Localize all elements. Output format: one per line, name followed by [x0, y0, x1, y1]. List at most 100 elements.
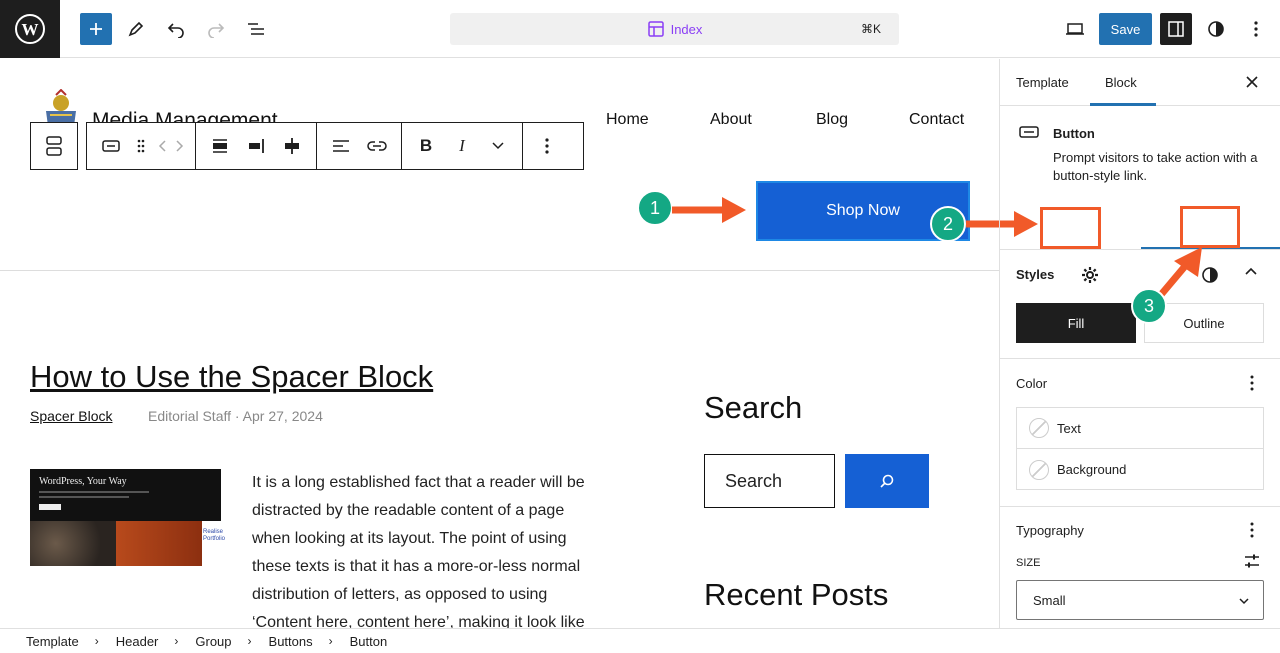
search-icon — [880, 474, 894, 488]
more-formats-chevron-icon[interactable] — [480, 123, 516, 169]
drag-handle-icon[interactable] — [129, 123, 153, 169]
breadcrumb-buttons[interactable]: Buttons — [269, 634, 313, 649]
command-palette-bar[interactable]: Index ⌘K — [450, 13, 899, 45]
nav-link-home[interactable]: Home — [606, 111, 649, 129]
block-toolbar-group-layout — [196, 123, 317, 169]
select-parent-block-button[interactable] — [30, 122, 78, 170]
bold-icon[interactable]: B — [408, 123, 444, 169]
tab-block[interactable]: Block — [1105, 75, 1137, 90]
post-meta: Editorial Staff · Apr 27, 2024 — [148, 408, 323, 424]
custom-size-sliders-icon[interactable] — [1244, 553, 1260, 569]
post-title-link[interactable]: How to Use the Spacer Block — [30, 359, 433, 395]
add-block-button[interactable] — [80, 13, 112, 45]
excerpt-line: when looking at its layout. The point of… — [252, 530, 567, 547]
thumbnail-heading: WordPress, Your Way — [39, 476, 127, 487]
color-swatch — [1029, 459, 1049, 480]
excerpt-line: distribution of letters, as opposed to u… — [252, 586, 548, 603]
justify-center-icon[interactable] — [274, 123, 310, 169]
options-kebab-icon[interactable] — [1240, 13, 1272, 45]
breadcrumb-header[interactable]: Header — [116, 634, 159, 649]
panel-divider — [1000, 249, 1280, 250]
breadcrumb-separator-icon: › — [328, 634, 333, 648]
align-text-left-icon[interactable] — [323, 123, 359, 169]
color-item-text[interactable]: Text — [1017, 408, 1263, 449]
justify-right-icon[interactable] — [238, 123, 274, 169]
excerpt-line: ‘Content here, content here’, making it … — [252, 614, 585, 628]
post-excerpt: It is a long established fact that a rea… — [252, 469, 622, 628]
editor-canvas: Media Management Home About Blog Contact… — [0, 59, 999, 628]
block-toolbar-group-align — [317, 123, 402, 169]
block-inspector-sidebar: Template Block Button Prompt visitors to… — [999, 59, 1280, 628]
inspector-tabs: Template Block — [1000, 59, 1280, 106]
undo-icon[interactable] — [160, 13, 192, 45]
search-widget-heading: Search — [704, 390, 803, 425]
style-option-fill[interactable]: Fill — [1016, 303, 1136, 343]
breadcrumb-separator-icon: › — [247, 634, 252, 648]
redo-icon[interactable] — [200, 13, 232, 45]
post-thumbnail[interactable]: WordPress, Your Way Realise Portfolio — [30, 469, 225, 566]
styles-panel-title[interactable]: Styles — [1016, 267, 1054, 282]
block-options-kebab-icon[interactable] — [529, 123, 565, 169]
excerpt-line: these texts is that it has a more-or-les… — [252, 558, 581, 575]
template-icon — [647, 21, 664, 37]
font-size-select[interactable]: Small — [1016, 580, 1264, 620]
nav-link-blog[interactable]: Blog — [816, 111, 848, 129]
buttons-block-icon — [46, 136, 62, 156]
block-description: Prompt visitors to take action with a bu… — [1053, 150, 1258, 183]
size-label: SIZE — [1016, 557, 1041, 569]
wordpress-logo-icon[interactable]: W — [0, 0, 60, 58]
color-options-kebab-icon[interactable] — [1250, 375, 1254, 391]
thumbnail-text-line — [39, 496, 129, 498]
color-swatch — [1029, 418, 1049, 438]
italic-icon[interactable]: I — [444, 123, 480, 169]
button-block-icon[interactable] — [93, 123, 129, 169]
gear-icon — [1082, 267, 1098, 283]
block-toolbar: B I — [86, 122, 584, 170]
excerpt-line: distracted by the readable content of a … — [252, 502, 565, 519]
search-input[interactable]: Search — [704, 454, 835, 508]
excerpt-line: It is a long established fact that a rea… — [252, 474, 585, 491]
thumbnail-side-text: Realise Portfolio — [202, 521, 225, 566]
thumbnail-portrait-image — [116, 521, 202, 566]
block-name: Button — [1053, 126, 1095, 141]
annotation-highlight-styles — [1180, 206, 1240, 248]
breadcrumb-group[interactable]: Group — [195, 634, 231, 649]
block-toolbar-group-format: B I — [402, 123, 523, 169]
breadcrumb-button: Button — [349, 633, 388, 649]
tools-pencil-icon[interactable] — [120, 13, 152, 45]
move-left-right-icon[interactable] — [153, 123, 189, 169]
color-panel-title: Color — [1016, 376, 1048, 391]
chevron-up-icon[interactable] — [1245, 267, 1257, 275]
nav-link-contact[interactable]: Contact — [909, 111, 964, 129]
typography-options-kebab-icon[interactable] — [1250, 522, 1254, 538]
header-divider — [0, 270, 999, 271]
color-item-label: Text — [1057, 420, 1081, 436]
settings-sidebar-toggle-icon[interactable] — [1160, 13, 1192, 45]
breadcrumb-template[interactable]: Template — [26, 634, 79, 649]
preview-device-icon[interactable] — [1059, 13, 1091, 45]
svg-text:W: W — [22, 20, 39, 39]
typography-panel-title: Typography — [1016, 523, 1084, 538]
annotation-badge-2: 2 — [930, 206, 966, 242]
close-icon[interactable] — [1246, 76, 1258, 88]
thumbnail-text-line — [39, 491, 149, 493]
panel-divider — [1000, 358, 1280, 359]
post-category-link[interactable]: Spacer Block — [30, 408, 112, 424]
link-icon[interactable] — [359, 123, 395, 169]
document-overview-icon[interactable] — [240, 13, 272, 45]
save-button[interactable]: Save — [1099, 13, 1152, 45]
search-submit-button[interactable] — [845, 454, 929, 508]
annotation-arrow-2 — [1000, 211, 1038, 237]
annotation-arrow-1 — [672, 197, 746, 223]
tab-template[interactable]: Template — [1016, 75, 1069, 90]
editor-top-bar: W Index ⌘K Save — [0, 0, 1280, 58]
annotation-arrow-2-part — [966, 220, 999, 228]
justify-stretch-icon[interactable] — [202, 123, 238, 169]
color-item-background[interactable]: Background — [1017, 449, 1263, 490]
nav-link-about[interactable]: About — [710, 111, 752, 129]
styles-half-circle-icon[interactable] — [1200, 13, 1232, 45]
recent-posts-heading: Recent Posts — [704, 577, 889, 612]
button-block-icon — [1019, 126, 1039, 138]
settings-subtab[interactable] — [1040, 256, 1140, 294]
annotation-badge-3: 3 — [1131, 288, 1167, 324]
